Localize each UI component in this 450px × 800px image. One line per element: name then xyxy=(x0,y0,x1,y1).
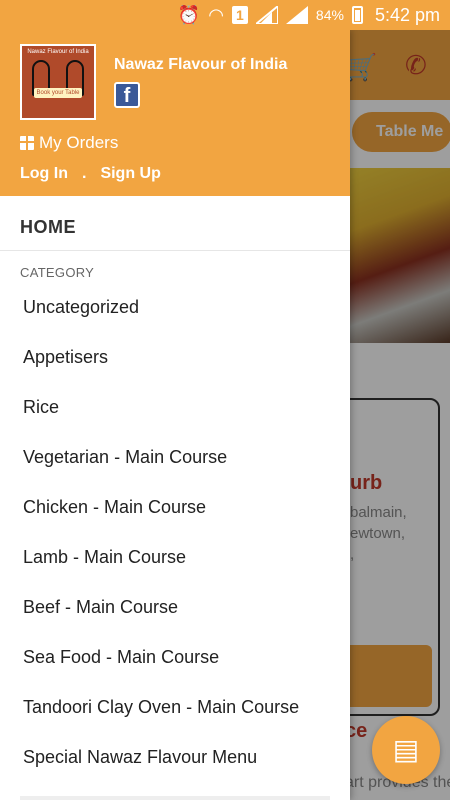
signal-icon xyxy=(253,3,279,25)
restaurant-logo: Nawaz Flavour of India Book your Table xyxy=(20,44,96,120)
category-item-seafood[interactable]: Sea Food - Main Course xyxy=(0,632,350,682)
restaurant-name: Nawaz Flavour of India xyxy=(114,56,288,73)
chat-icon[interactable]: ▤ xyxy=(372,716,440,784)
category-item-tandoori[interactable]: Tandoori Clay Oven - Main Course xyxy=(0,682,350,732)
divider xyxy=(0,250,350,251)
sim-slot-badge: 1 xyxy=(231,6,248,24)
category-item-vegetarian[interactable]: Vegetarian - Main Course xyxy=(0,432,350,482)
category-item-special-menu[interactable]: Special Nawaz Flavour Menu xyxy=(0,732,350,782)
battery-percent: 84% xyxy=(315,7,344,23)
my-orders-link[interactable]: My Orders xyxy=(20,133,118,153)
wifi-icon: ◠ xyxy=(208,5,224,25)
battery-icon xyxy=(351,6,363,24)
signup-link[interactable]: Sign Up xyxy=(100,165,160,183)
category-item-appetisers[interactable]: Appetisers xyxy=(0,332,350,382)
category-item-rice[interactable]: Rice xyxy=(0,382,350,432)
status-bar: ⏰ ◠ 1 84% 5:42 pm xyxy=(0,0,450,30)
auth-links: Log In . Sign Up xyxy=(20,165,161,183)
category-item-chicken[interactable]: Chicken - Main Course xyxy=(0,482,350,532)
clock: 5:42 pm xyxy=(374,4,440,25)
category-heading: CATEGORY xyxy=(20,265,95,280)
signal-icon-2 xyxy=(285,6,308,24)
login-link[interactable]: Log In xyxy=(20,165,68,183)
home-link[interactable]: HOME xyxy=(20,217,76,238)
navigation-drawer: Nawaz Flavour of India Book your Table N… xyxy=(0,30,350,800)
status-icons: ⏰ ◠ 1 84% 5:42 pm xyxy=(178,0,440,30)
category-item-beef[interactable]: Beef - Main Course xyxy=(0,582,350,632)
facebook-icon[interactable]: f xyxy=(114,82,140,108)
category-list: Uncategorized Appetisers Rice Vegetarian… xyxy=(0,282,350,782)
scroll-hint xyxy=(20,796,330,800)
category-item-uncategorized[interactable]: Uncategorized xyxy=(0,282,350,332)
category-item-lamb[interactable]: Lamb - Main Course xyxy=(0,532,350,582)
drawer-header: Nawaz Flavour of India Book your Table N… xyxy=(0,30,350,196)
gift-icon xyxy=(20,136,34,150)
alarm-icon: ⏰ xyxy=(177,5,201,25)
auth-separator: . xyxy=(81,165,87,182)
my-orders-label: My Orders xyxy=(39,133,119,152)
